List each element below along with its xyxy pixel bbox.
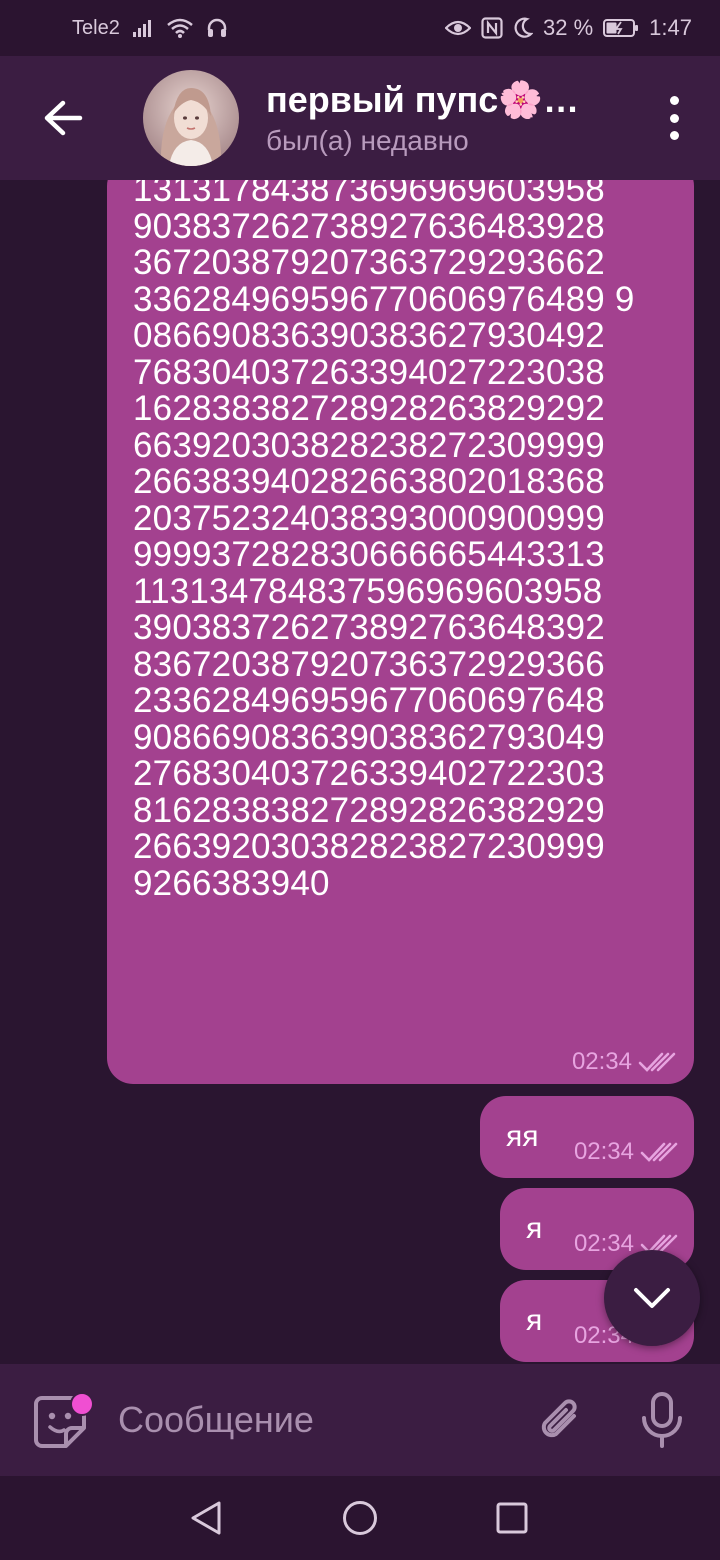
nav-home-button[interactable] [340, 1498, 380, 1538]
notification-dot [70, 1392, 94, 1416]
message-text: 131317843873696969603958 903837262738927… [133, 180, 635, 903]
paperclip-icon [541, 1399, 577, 1438]
check-double-icon [638, 1052, 676, 1072]
battery-percent: 32 % [543, 15, 594, 40]
chat-title: первый пупс🌸… [266, 79, 580, 120]
nav-back-icon [191, 1501, 221, 1535]
avatar[interactable] [143, 70, 239, 166]
status-bar: Tele2 32 % 1:47 [0, 0, 720, 56]
more-dot [669, 131, 679, 140]
nav-recents-icon [496, 1502, 528, 1534]
message-text: я [526, 1212, 543, 1245]
microphone-icon [642, 1392, 682, 1448]
back-arrow-icon [44, 100, 83, 136]
chat-title-block[interactable]: первый пупс🌸… был(а) недавно [266, 79, 579, 157]
more-options-button[interactable] [664, 96, 684, 140]
message-time: 02:34 [573, 1138, 634, 1165]
system-nav-bar [0, 1476, 720, 1560]
more-dot [669, 113, 679, 123]
carrier-label: Tele2 [72, 16, 120, 39]
message-bubble[interactable]: яя 02:34 [480, 1096, 694, 1178]
message-meta: 02:34 [574, 1138, 680, 1166]
wifi-icon [166, 17, 194, 39]
message-composer [0, 1364, 720, 1476]
message-list[interactable]: 131317843873696969603958 903837262738927… [0, 180, 720, 1364]
eye-icon [445, 19, 472, 37]
moon-icon [513, 17, 534, 39]
scroll-to-bottom-button[interactable] [604, 1250, 700, 1346]
chat-status: был(а) недавно [266, 125, 469, 156]
message-time: 02:34 [571, 1048, 632, 1075]
signal-icon [132, 18, 154, 38]
attach-button[interactable] [532, 1392, 588, 1448]
message-bubble[interactable]: 131317843873696969603958 903837262738927… [107, 180, 694, 1084]
chat-header: первый пупс🌸… был(а) недавно [0, 56, 720, 180]
headset-icon [206, 17, 228, 39]
nav-home-icon [343, 1501, 377, 1535]
message-input[interactable] [118, 1398, 508, 1442]
nav-recents-button[interactable] [492, 1498, 532, 1538]
message-meta: 02:34 [572, 1048, 678, 1076]
check-double-icon [640, 1142, 678, 1162]
battery-icon [603, 18, 639, 38]
message-text: я [526, 1304, 543, 1337]
back-button[interactable] [27, 82, 99, 154]
voice-record-button[interactable] [634, 1390, 690, 1450]
clock: 1:47 [649, 15, 692, 40]
nav-back-button[interactable] [186, 1498, 226, 1538]
chevron-down-icon [634, 1288, 670, 1308]
message-time: 02:34 [573, 1230, 634, 1257]
nfc-icon [481, 17, 503, 39]
more-vertical-icon [669, 96, 679, 105]
message-text: яя [506, 1120, 539, 1153]
